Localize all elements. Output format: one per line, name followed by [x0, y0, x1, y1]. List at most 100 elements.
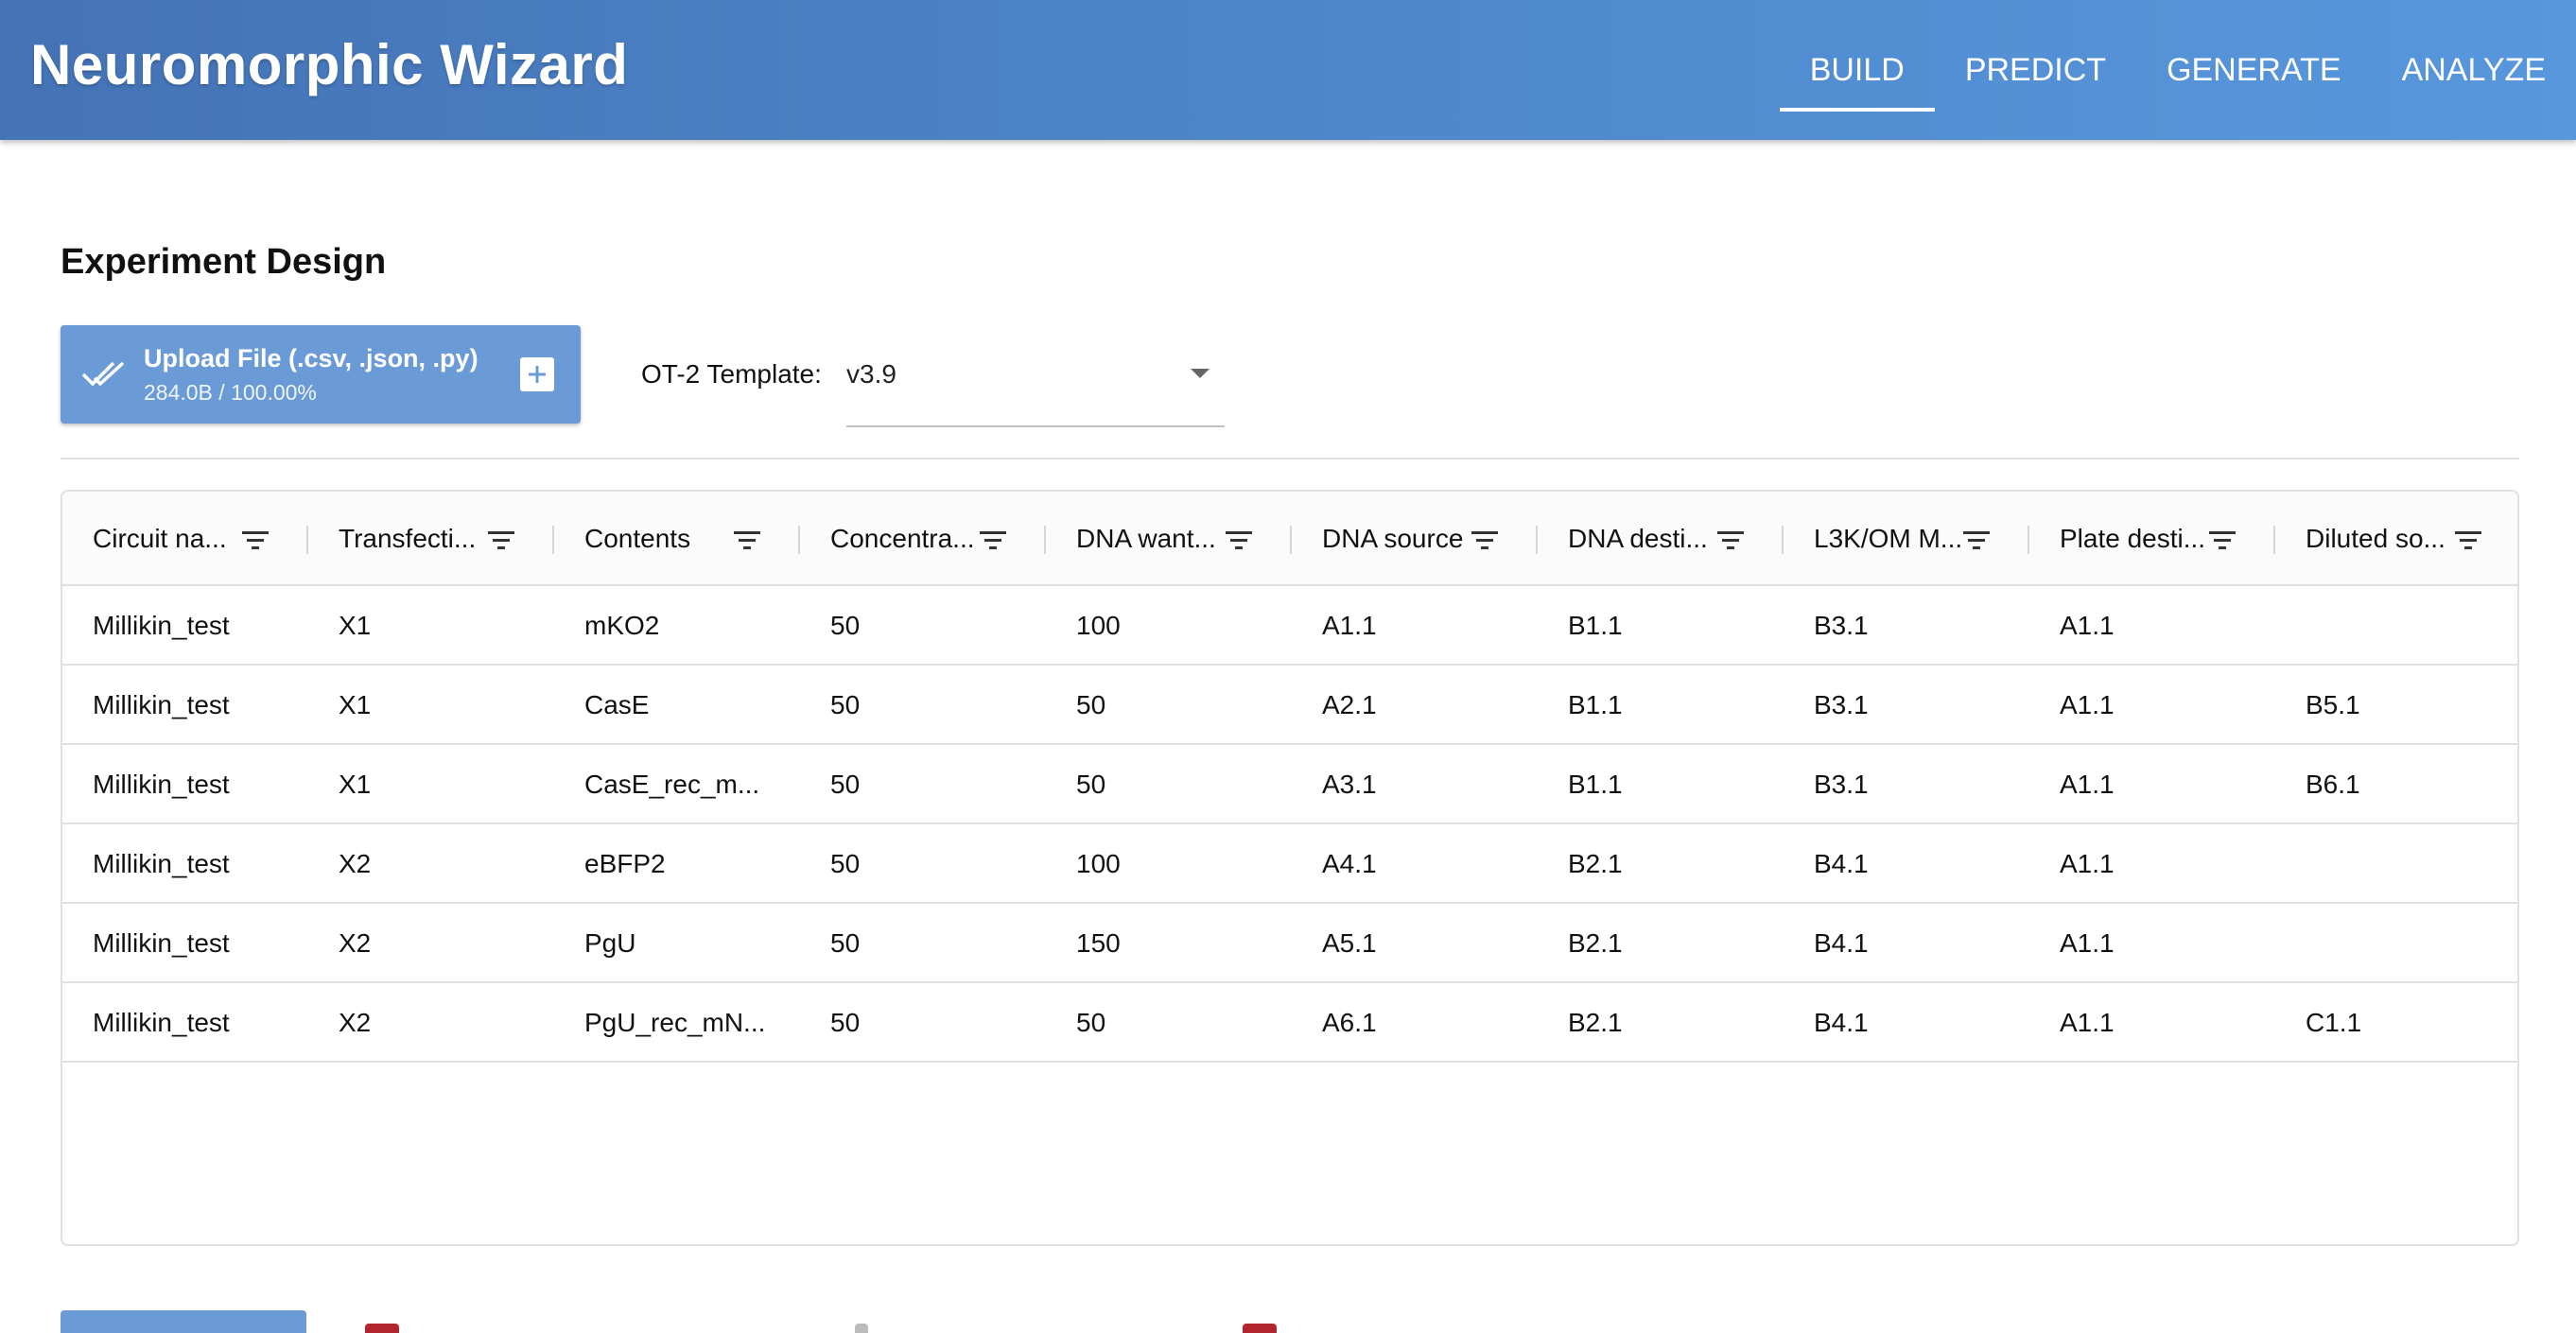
cell-plate-desti[interactable]: A1.1	[2029, 983, 2275, 1063]
cell-contents[interactable]: CasE	[554, 666, 800, 745]
cell-diluted-so[interactable]: B6.1	[2275, 745, 2517, 824]
column-header[interactable]: Plate desti...	[2029, 492, 2275, 586]
cell-circuit-na[interactable]: Millikin_test	[62, 586, 308, 666]
cell-dna-want[interactable]: 50	[1046, 666, 1292, 745]
filter-icon[interactable]	[1963, 528, 1990, 558]
cell-plate-desti[interactable]: A1.1	[2029, 666, 2275, 745]
cell-concentra[interactable]: 50	[800, 983, 1046, 1063]
cell-concentra[interactable]: 50	[800, 745, 1046, 824]
table-row[interactable]: Millikin_test X1 mKO2 50 100 A1.1 B1.1 B3.1 A1.1	[62, 586, 2517, 666]
cell-transfecti[interactable]: X1	[308, 745, 554, 824]
filter-icon[interactable]	[242, 528, 269, 558]
cell-dna-source[interactable]: A1.1	[1292, 586, 1538, 666]
cell-diluted-so[interactable]	[2275, 586, 2517, 666]
cell-dna-source[interactable]: A6.1	[1292, 983, 1538, 1063]
filter-icon[interactable]	[2455, 528, 2481, 558]
cell-dna-source[interactable]: A5.1	[1292, 904, 1538, 983]
cell-dna-desti[interactable]: B1.1	[1538, 745, 1784, 824]
tab-build[interactable]: BUILD	[1779, 0, 1935, 140]
column-header-label: Transfecti...	[339, 524, 477, 553]
cell-l3k-om-m[interactable]: B3.1	[1784, 586, 2029, 666]
table-row[interactable]: Millikin_test X1 CasE_rec_m... 50 50 A3.1 B1.1…	[62, 745, 2517, 824]
cell-dna-source[interactable]: A2.1	[1292, 666, 1538, 745]
cell-concentra[interactable]: 50	[800, 586, 1046, 666]
bottom-button[interactable]	[61, 1310, 306, 1333]
bottom-icon-gray[interactable]	[855, 1324, 868, 1333]
table-row[interactable]: Millikin_test X2 PgU 50 150 A5.1 B2.1 B4.1 A1.1	[62, 904, 2517, 983]
bottom-icon-red-2[interactable]	[1243, 1324, 1277, 1333]
cell-dna-desti[interactable]: B1.1	[1538, 586, 1784, 666]
cell-circuit-na[interactable]: Millikin_test	[62, 666, 308, 745]
cell-l3k-om-m[interactable]: B3.1	[1784, 666, 2029, 745]
cell-dna-desti[interactable]: B2.1	[1538, 983, 1784, 1063]
cell-dna-want[interactable]: 50	[1046, 745, 1292, 824]
filter-icon[interactable]	[1471, 528, 1498, 558]
cell-transfecti[interactable]: X1	[308, 586, 554, 666]
cell-circuit-na[interactable]: Millikin_test	[62, 983, 308, 1063]
cell-dna-desti[interactable]: B2.1	[1538, 824, 1784, 904]
cell-plate-desti[interactable]: A1.1	[2029, 745, 2275, 824]
cell-contents[interactable]: mKO2	[554, 586, 800, 666]
cell-concentra[interactable]: 50	[800, 824, 1046, 904]
cell-contents[interactable]: PgU_rec_mN...	[554, 983, 800, 1063]
column-header-label: DNA desti...	[1568, 524, 1708, 553]
cell-dna-desti[interactable]: B2.1	[1538, 904, 1784, 983]
filter-icon[interactable]	[980, 528, 1006, 558]
cell-l3k-om-m[interactable]: B4.1	[1784, 983, 2029, 1063]
cell-transfecti[interactable]: X2	[308, 824, 554, 904]
cell-dna-source[interactable]: A4.1	[1292, 824, 1538, 904]
cell-circuit-na[interactable]: Millikin_test	[62, 745, 308, 824]
cell-l3k-om-m[interactable]: B3.1	[1784, 745, 2029, 824]
table-row[interactable]: Millikin_test X2 PgU_rec_mN... 50 50 A6.1 B2.1…	[62, 983, 2517, 1063]
filter-icon[interactable]	[1226, 528, 1252, 558]
cell-dna-want[interactable]: 50	[1046, 983, 1292, 1063]
cell-diluted-so[interactable]	[2275, 824, 2517, 904]
tab-generate[interactable]: GENERATE	[2136, 0, 2372, 140]
upload-file-button[interactable]: Upload File (.csv, .json, .py) 284.0B / …	[61, 325, 581, 424]
column-header[interactable]: DNA source	[1292, 492, 1538, 586]
cell-dna-source[interactable]: A3.1	[1292, 745, 1538, 824]
column-header-label: L3K/OM M...	[1814, 524, 1963, 553]
cell-plate-desti[interactable]: A1.1	[2029, 904, 2275, 983]
cell-transfecti[interactable]: X2	[308, 983, 554, 1063]
cell-circuit-na[interactable]: Millikin_test	[62, 904, 308, 983]
column-header[interactable]: Concentra...	[800, 492, 1046, 586]
cell-plate-desti[interactable]: A1.1	[2029, 824, 2275, 904]
bottom-icon-red[interactable]	[365, 1324, 399, 1333]
table-row[interactable]: Millikin_test X2 eBFP2 50 100 A4.1 B2.1 B4.1 A1.…	[62, 824, 2517, 904]
table-row[interactable]: Millikin_test X1 CasE 50 50 A2.1 B1.1 B3.1 A1.1 B…	[62, 666, 2517, 745]
cell-contents[interactable]: eBFP2	[554, 824, 800, 904]
cell-diluted-so[interactable]	[2275, 904, 2517, 983]
filter-icon[interactable]	[2209, 528, 2236, 558]
cell-dna-want[interactable]: 150	[1046, 904, 1292, 983]
cell-concentra[interactable]: 50	[800, 666, 1046, 745]
column-header[interactable]: DNA want...	[1046, 492, 1292, 586]
column-header[interactable]: Transfecti...	[308, 492, 554, 586]
template-select[interactable]: v3.9	[846, 348, 1225, 427]
cell-contents[interactable]: CasE_rec_m...	[554, 745, 800, 824]
tab-analyze[interactable]: ANALYZE	[2372, 0, 2576, 140]
column-header[interactable]: L3K/OM M...	[1784, 492, 2029, 586]
cell-concentra[interactable]: 50	[800, 904, 1046, 983]
cell-diluted-so[interactable]: C1.1	[2275, 983, 2517, 1063]
column-header[interactable]: Circuit na...	[62, 492, 308, 586]
cell-dna-want[interactable]: 100	[1046, 586, 1292, 666]
filter-icon[interactable]	[1717, 528, 1744, 558]
column-header[interactable]: Diluted so...	[2275, 492, 2517, 586]
filter-icon[interactable]	[488, 528, 514, 558]
cell-l3k-om-m[interactable]: B4.1	[1784, 904, 2029, 983]
cell-circuit-na[interactable]: Millikin_test	[62, 824, 308, 904]
filter-icon[interactable]	[734, 528, 760, 558]
tab-predict[interactable]: PREDICT	[1935, 0, 2136, 140]
cell-diluted-so[interactable]: B5.1	[2275, 666, 2517, 745]
cell-transfecti[interactable]: X1	[308, 666, 554, 745]
cell-contents[interactable]: PgU	[554, 904, 800, 983]
add-file-icon[interactable]	[520, 357, 554, 391]
cell-plate-desti[interactable]: A1.1	[2029, 586, 2275, 666]
cell-dna-desti[interactable]: B1.1	[1538, 666, 1784, 745]
cell-l3k-om-m[interactable]: B4.1	[1784, 824, 2029, 904]
cell-dna-want[interactable]: 100	[1046, 824, 1292, 904]
column-header[interactable]: DNA desti...	[1538, 492, 1784, 586]
cell-transfecti[interactable]: X2	[308, 904, 554, 983]
column-header[interactable]: Contents	[554, 492, 800, 586]
